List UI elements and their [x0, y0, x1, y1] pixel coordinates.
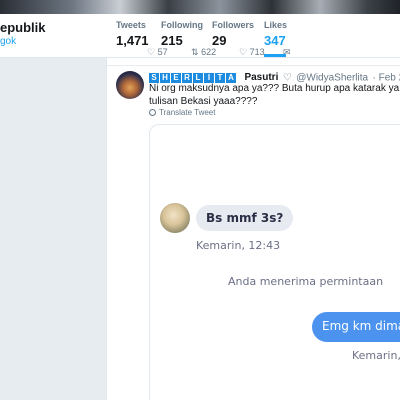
likes-stat[interactable]: Likes 347	[264, 20, 287, 48]
retweet-icon: ⇅	[191, 47, 199, 57]
incoming-message-time: Kemarin, 12:43	[196, 239, 281, 252]
retweet-count: 622	[201, 47, 217, 57]
avatar[interactable]	[116, 71, 144, 99]
envelope-icon: ✉	[283, 47, 291, 57]
tweets-label: Tweets	[116, 20, 146, 30]
like-action[interactable]: ♡ 713	[239, 47, 265, 58]
tweets-count: 1,471	[116, 33, 149, 48]
translate-tweet-link[interactable]: Translate Tweet	[149, 108, 215, 117]
globe-icon	[149, 109, 156, 117]
tweet-header: SHERLITA Pasutri ♡ @WidyaSherlita · Feb …	[149, 69, 400, 83]
request-notice: Anda menerima permintaan	[228, 275, 384, 288]
dm-action[interactable]: ✉	[283, 47, 291, 58]
followers-count: 29	[212, 33, 227, 48]
likes-count: 347	[264, 33, 286, 48]
outgoing-message-bubble: Emg km dimar	[312, 312, 400, 342]
profile-name[interactable]: epublik	[0, 20, 46, 35]
profile-handle[interactable]: gok	[0, 36, 16, 47]
following-label: Following	[161, 20, 203, 30]
tweet-text: Ni org maksudnya apa ya??? Buta hurup ap…	[149, 83, 400, 107]
retweet-action[interactable]: ⇅ 622	[191, 47, 216, 58]
chat-avatar	[160, 203, 190, 233]
attached-image[interactable]: Bs mmf 3s? Kemarin, 12:43 Anda menerima …	[149, 124, 400, 400]
tweet-divider	[107, 65, 400, 66]
reply-icon: ♡︎	[147, 47, 156, 57]
following-count: 215	[161, 33, 183, 48]
followers-label: Followers	[212, 20, 255, 30]
followers-stat[interactable]: Followers 29	[212, 20, 254, 48]
reply-action[interactable]: ♡︎ 57	[147, 47, 168, 58]
outgoing-message-time: Kemarin,	[352, 349, 400, 362]
tweets-stat[interactable]: Tweets 1,471	[116, 20, 149, 48]
incoming-message-bubble: Bs mmf 3s?	[196, 205, 294, 231]
following-stat[interactable]: Following 215	[161, 20, 203, 48]
translate-label: Translate Tweet	[159, 108, 216, 117]
like-count: 713	[249, 47, 265, 57]
profile-banner	[0, 0, 400, 14]
like-icon: ♡	[239, 47, 248, 57]
likes-label: Likes	[264, 20, 288, 30]
previous-tweet-actions: ♡︎ 57 ⇅ 622 ♡ 713 ✉	[147, 47, 400, 61]
timeline: ♡︎ 57 ⇅ 622 ♡ 713 ✉ SHERLITA Pasutri ♡ @…	[106, 47, 400, 400]
reply-count: 57	[157, 47, 168, 57]
twitter-profile-page: epublik gok Tweets 1,471 Following 215 F…	[0, 0, 400, 400]
